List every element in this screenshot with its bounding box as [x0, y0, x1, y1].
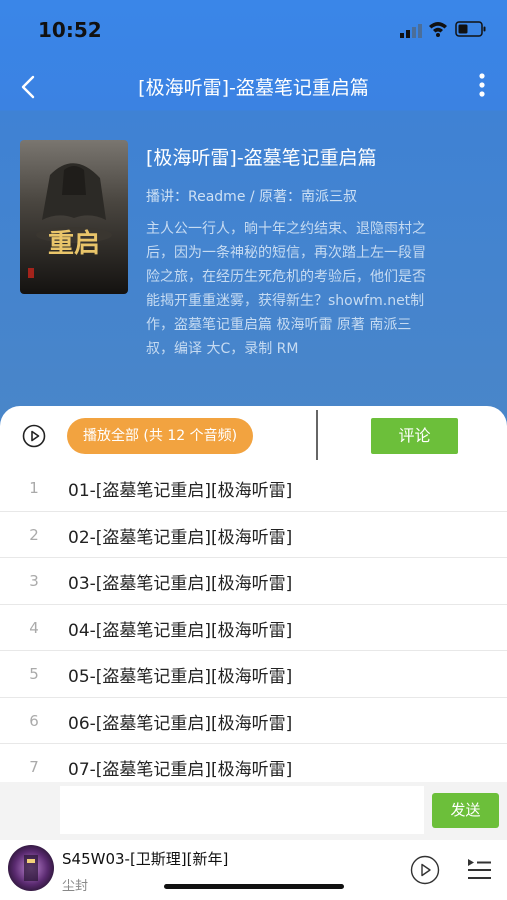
track-index: 3 — [29, 572, 39, 590]
album-cover-image: 重启 — [20, 140, 128, 294]
track-row[interactable]: 1 01-[盗墓笔记重启][极海听雷] — [0, 465, 507, 512]
action-divider — [316, 410, 318, 460]
status-time: 10:52 — [38, 18, 102, 42]
battery-icon — [455, 21, 486, 37]
track-index: 4 — [29, 618, 39, 637]
cover-art-text: 重启 — [48, 228, 100, 259]
track-title: 06-[盗墓笔记重启][极海听雷] — [68, 713, 293, 734]
nav-title: [极海听雷]-盗墓笔记重启篇 — [138, 77, 369, 99]
track-title: 07-[盗墓笔记重启][极海听雷] — [68, 760, 293, 780]
mini-player-artwork[interactable] — [8, 845, 54, 891]
more-options-icon[interactable] — [472, 70, 492, 100]
track-row[interactable]: 2 02-[盗墓笔记重启][极海听雷] — [0, 512, 507, 558]
album-cover: 重启 — [20, 140, 128, 294]
play-all-button[interactable]: 播放全部 (共 12 个音频) — [67, 418, 253, 454]
comment-input[interactable] — [60, 786, 424, 834]
wifi-icon — [429, 22, 447, 37]
mini-player-artwork-image — [8, 845, 54, 891]
track-row[interactable]: 7 07-[盗墓笔记重启][极海听雷] — [0, 744, 507, 783]
track-row[interactable]: 6 06-[盗墓笔记重启][极海听雷] — [0, 698, 507, 744]
back-arrow-icon[interactable] — [16, 72, 42, 102]
home-indicator — [164, 884, 344, 889]
album-description: 主人公一行人，晌十年之约结束、退隐雨村之后，因为一条神秘的短信，再次踏上左一段冒… — [146, 221, 426, 357]
mini-player-subtitle: 尘封 — [62, 879, 89, 894]
track-list: 1 01-[盗墓笔记重启][极海听雷] 2 02-[盗墓笔记重启][极海听雷] … — [0, 465, 507, 783]
nav-bar: [极海听雷]-盗墓笔记重启篇 — [0, 60, 507, 112]
track-title: 04-[盗墓笔记重启][极海听雷] — [68, 620, 293, 641]
track-row[interactable]: 4 04-[盗墓笔记重启][极海听雷] — [0, 605, 507, 651]
send-button[interactable]: 发送 — [432, 793, 499, 828]
track-title: 01-[盗墓笔记重启][极海听雷] — [68, 481, 293, 501]
track-index: 7 — [29, 758, 39, 776]
track-index: 5 — [29, 665, 39, 683]
track-title: 03-[盗墓笔记重启][极海听雷] — [68, 574, 293, 594]
track-row[interactable]: 5 05-[盗墓笔记重启][极海听雷] — [0, 651, 507, 698]
comment-button[interactable]: 评论 — [371, 418, 458, 454]
play-circle-icon[interactable] — [22, 424, 46, 448]
track-row[interactable]: 3 03-[盗墓笔记重启][极海听雷] — [0, 558, 507, 605]
album-title: [极海听雷]-盗墓笔记重启篇 — [146, 147, 377, 169]
cellular-signal-icon — [400, 24, 422, 38]
track-index: 6 — [29, 711, 39, 730]
track-title: 02-[盗墓笔记重启][极海听雷] — [68, 527, 293, 548]
play-icon[interactable] — [410, 855, 440, 885]
track-title: 05-[盗墓笔记重启][极海听雷] — [68, 667, 293, 687]
track-index: 1 — [29, 479, 39, 497]
album-credits: 播讲：Readme / 原著：南派三叔 — [146, 189, 358, 205]
track-index: 2 — [29, 525, 39, 544]
mini-player-title: S45W03-[卫斯理][新年] — [62, 850, 229, 868]
playlist-icon[interactable] — [466, 857, 492, 883]
status-bar: 10:52 — [0, 0, 507, 60]
